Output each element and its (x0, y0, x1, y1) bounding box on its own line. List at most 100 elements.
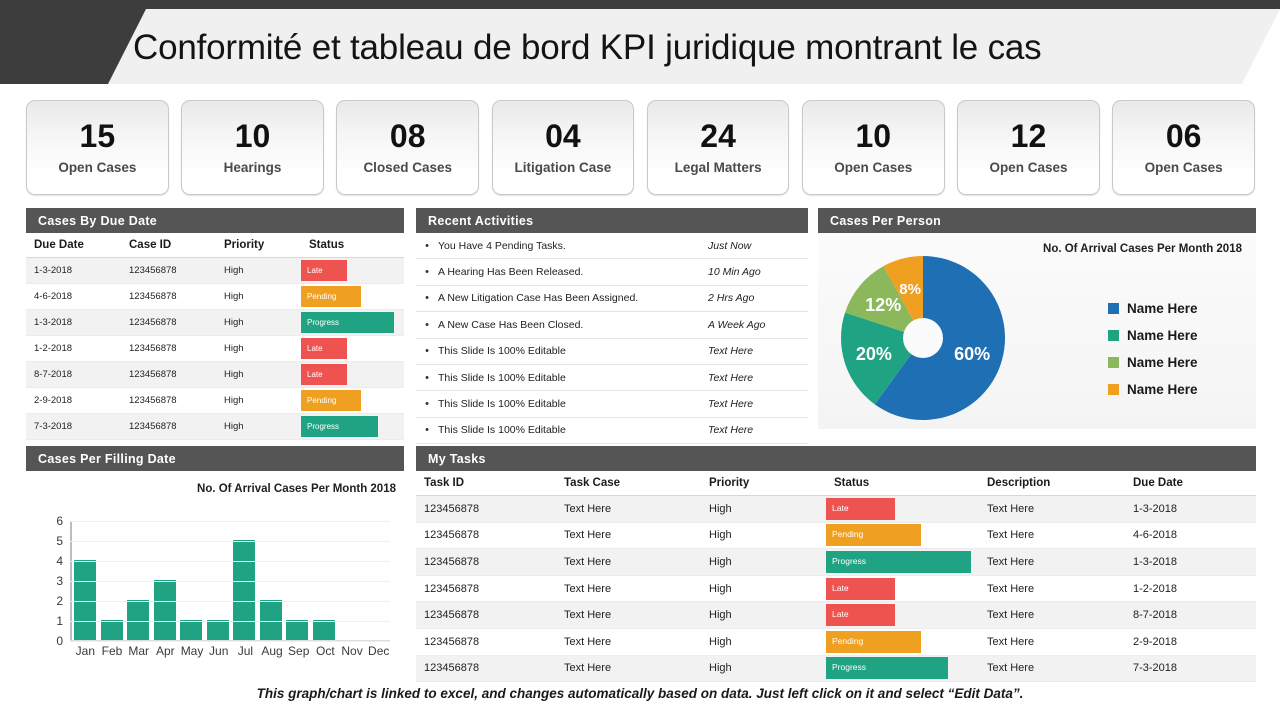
y-axis-tick: 3 (56, 574, 63, 588)
column-header-status[interactable]: Status (826, 471, 979, 496)
panel-cases-by-due-date: Cases By Due Date Due Date Case ID Prior… (26, 208, 404, 440)
status-badge[interactable]: Pending (826, 630, 921, 653)
kpi-card-open-cases-1[interactable]: 15 Open Cases (26, 100, 169, 195)
cell-task-id: 123456878 (416, 628, 556, 656)
cell-task-id: 123456878 (416, 655, 556, 683)
status-badge[interactable]: Pending (826, 524, 921, 547)
table-row[interactable]: 1-2-2018 123456878 High Late (26, 335, 404, 362)
donut-hole (903, 318, 943, 358)
kpi-card-hearings[interactable]: 10 Hearings (181, 100, 324, 195)
table-row[interactable]: 123456878 Text Here High Late Text Here 1-2-2… (416, 575, 1256, 603)
kpi-card-closed-cases[interactable]: 08 Closed Cases (336, 100, 480, 195)
status-badge[interactable]: Late (826, 604, 895, 627)
footer-note: This graph/chart is linked to excel, and… (256, 686, 1024, 701)
column-header-priority[interactable]: Priority (216, 233, 301, 258)
cell-description: Text Here (979, 601, 1125, 629)
cell-status: Progress (826, 655, 979, 683)
table-row[interactable]: 4-6-2018 123456878 High Pending (26, 283, 404, 310)
activity-item[interactable]: • This Slide Is 100% Editable Text Here (416, 339, 808, 365)
kpi-card-open-cases-4[interactable]: 06 Open Cases (1112, 100, 1255, 195)
cell-case-id: 123456878 (121, 361, 216, 388)
column-header-due-date[interactable]: Due Date (1125, 471, 1256, 496)
cell-description: Text Here (979, 522, 1125, 550)
kpi-card-open-cases-2[interactable]: 10 Open Cases (801, 100, 945, 195)
legend-item[interactable]: Name Here (1108, 295, 1198, 322)
status-badge[interactable]: Late (826, 577, 895, 600)
column-header-task-id[interactable]: Task ID (416, 471, 556, 496)
x-axis-tick: Oct (316, 644, 335, 658)
status-badge[interactable]: Late (301, 364, 348, 385)
pie-chart[interactable]: 60% 20% 12% 8% (841, 256, 1005, 420)
bar-chart-plot[interactable]: 0 1 2 3 4 5 6 (56, 514, 390, 648)
status-badge[interactable]: Pending (301, 390, 361, 411)
legend-label: Name Here (1127, 328, 1198, 343)
status-badge[interactable]: Pending (301, 286, 361, 307)
table-row[interactable]: 123456878 Text Here High Late Text Here 8-7-2… (416, 601, 1256, 629)
column-header-status[interactable]: Status (301, 233, 404, 258)
cell-priority: High (701, 522, 826, 550)
kpi-value: 04 (545, 118, 581, 155)
page-title: Conformité et tableau de bord KPI juridi… (133, 28, 1042, 67)
table-row[interactable]: 2-9-2018 123456878 High Pending (26, 387, 404, 414)
column-header-case-id[interactable]: Case ID (121, 233, 216, 258)
cell-status: Late (301, 335, 404, 362)
legend-item[interactable]: Name Here (1108, 322, 1198, 349)
legend-item[interactable]: Name Here (1108, 349, 1198, 376)
column-header-description[interactable]: Description (979, 471, 1125, 496)
x-axis-labels: Jan Feb Mar Apr May Jun Jul Aug Sep Oct Nov Dec (72, 644, 392, 658)
table-row[interactable]: 123456878 Text Here High Pending Text Here 4-… (416, 522, 1256, 550)
y-axis-tick: 2 (56, 594, 63, 608)
pie-slice-label: 8% (899, 281, 921, 298)
table-row[interactable]: 123456878 Text Here High Late Text Here 1-3-2… (416, 495, 1256, 523)
activity-item[interactable]: • You Have 4 Pending Tasks. Just Now (416, 233, 808, 260)
panel-header: Recent Activities (416, 208, 808, 233)
cell-due-date: 1-2-2018 (1125, 575, 1256, 603)
table-row[interactable]: 123456878 Text Here High Progress Text Here 7… (416, 655, 1256, 683)
kpi-value: 24 (700, 118, 736, 155)
slide-root: Conformité et tableau de bord KPI juridi… (0, 0, 1280, 720)
cell-task-case: Text Here (556, 628, 701, 656)
cell-due-date: 1-3-2018 (1125, 548, 1256, 576)
cell-due-date: 2-9-2018 (26, 387, 121, 414)
column-header-task-case[interactable]: Task Case (556, 471, 701, 496)
cell-priority: High (216, 387, 301, 414)
kpi-card-legal-matters[interactable]: 24 Legal Matters (646, 100, 790, 195)
table-row[interactable]: 123456878 Text Here High Progress Text Here 1… (416, 548, 1256, 576)
panel-cases-per-person: Cases Per Person No. Of Arrival Cases Pe… (818, 208, 1256, 429)
column-header-priority[interactable]: Priority (701, 471, 826, 496)
cell-case-id: 123456878 (121, 283, 216, 310)
table-row[interactable]: 7-3-2018 123456878 High Progress (26, 413, 404, 440)
cell-due-date: 8-7-2018 (1125, 601, 1256, 629)
table-row[interactable]: 1-3-2018 123456878 High Progress (26, 309, 404, 336)
table-row[interactable]: 1-3-2018 123456878 High Late (26, 257, 404, 284)
bar (127, 600, 150, 640)
activity-item[interactable]: • This Slide Is 100% Editable Text Here (416, 365, 808, 392)
cell-case-id: 123456878 (121, 257, 216, 284)
status-badge[interactable]: Progress (301, 312, 394, 333)
cell-priority: High (216, 361, 301, 388)
status-badge[interactable]: Progress (826, 550, 972, 573)
status-badge[interactable]: Late (301, 338, 348, 359)
status-badge[interactable]: Progress (301, 416, 379, 437)
cell-case-id: 123456878 (121, 387, 216, 414)
status-badge[interactable]: Progress (826, 657, 949, 680)
table-row[interactable]: 8-7-2018 123456878 High Late (26, 361, 404, 388)
my-tasks-table: Task ID Task Case Priority Status Descri… (416, 471, 1256, 683)
activity-item[interactable]: • A Hearing Has Been Released. 10 Min Ago (416, 259, 808, 286)
activity-item[interactable]: • A New Litigation Case Has Been Assigned… (416, 286, 808, 313)
status-badge[interactable]: Late (826, 497, 895, 520)
column-header-due-date[interactable]: Due Date (26, 233, 121, 258)
activity-item[interactable]: • This Slide Is 100% Editable Text Here (416, 391, 808, 418)
x-axis-tick: Mar (128, 644, 150, 658)
kpi-card-open-cases-3[interactable]: 12 Open Cases (957, 100, 1100, 195)
bullet-icon: • (425, 398, 429, 411)
activity-item[interactable]: • A New Case Has Been Closed. A Week Ago (416, 312, 808, 339)
table-row[interactable]: 123456878 Text Here High Pending Text Here 2-… (416, 628, 1256, 656)
activity-text: A New Litigation Case Has Been Assigned. (438, 292, 639, 305)
cell-status: Late (301, 257, 404, 284)
status-badge[interactable]: Late (301, 260, 348, 281)
kpi-card-litigation-case[interactable]: 04 Litigation Case (491, 100, 635, 195)
legend-item[interactable]: Name Here (1108, 376, 1198, 403)
activity-item[interactable]: • This Slide Is 100% Editable Text Here (416, 418, 808, 445)
cell-priority: High (216, 413, 301, 440)
